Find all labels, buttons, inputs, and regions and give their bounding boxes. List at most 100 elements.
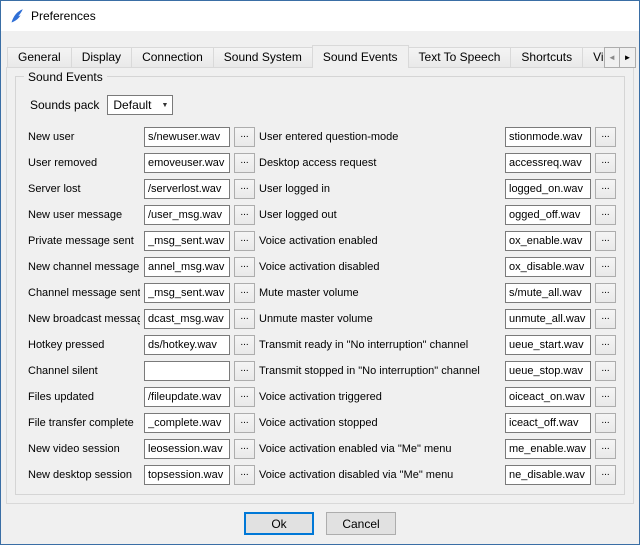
- browse-button[interactable]: ...: [234, 309, 255, 329]
- browse-button[interactable]: ...: [595, 465, 616, 485]
- sound-file-input[interactable]: [144, 205, 230, 225]
- sound-event-label: Voice activation triggered: [259, 387, 501, 407]
- tab-general[interactable]: General: [7, 47, 72, 68]
- chevron-down-icon: ▼: [161, 102, 168, 109]
- tab-scroll-left-icon[interactable]: ◄: [604, 47, 620, 68]
- browse-button[interactable]: ...: [234, 179, 255, 199]
- sound-file-input[interactable]: [505, 387, 591, 407]
- sound-file-input[interactable]: [144, 231, 230, 251]
- sounds-pack-select[interactable]: Default ▼: [107, 95, 173, 115]
- sounds-pack-label: Sounds pack: [30, 98, 99, 112]
- sound-file-input[interactable]: [144, 283, 230, 303]
- tab-shortcuts[interactable]: Shortcuts: [511, 47, 583, 68]
- browse-button[interactable]: ...: [595, 309, 616, 329]
- cancel-button[interactable]: Cancel: [326, 512, 396, 535]
- sound-file-input[interactable]: [505, 465, 591, 485]
- sound-file-input[interactable]: [505, 413, 591, 433]
- browse-button[interactable]: ...: [234, 387, 255, 407]
- sound-file-input[interactable]: [505, 153, 591, 173]
- ok-button[interactable]: Ok: [244, 512, 314, 535]
- sound-event-label: Unmute master volume: [259, 309, 501, 329]
- sound-file-input[interactable]: [505, 179, 591, 199]
- sound-file-input[interactable]: [144, 439, 230, 459]
- tab-sound-system[interactable]: Sound System: [214, 47, 313, 68]
- tab-text-to-speech[interactable]: Text To Speech: [409, 47, 512, 68]
- browse-button[interactable]: ...: [595, 413, 616, 433]
- browse-button[interactable]: ...: [234, 127, 255, 147]
- tab-page-sound-events: Sound Events Sounds pack Default ▼ New u…: [6, 67, 634, 504]
- browse-button[interactable]: ...: [595, 361, 616, 381]
- sound-file-input[interactable]: [144, 309, 230, 329]
- browse-button[interactable]: ...: [234, 465, 255, 485]
- sound-event-label: Voice activation enabled via "Me" menu: [259, 439, 501, 459]
- browse-button[interactable]: ...: [595, 153, 616, 173]
- browse-button[interactable]: ...: [595, 179, 616, 199]
- tab-connection[interactable]: Connection: [132, 47, 214, 68]
- tab-display[interactable]: Display: [72, 47, 132, 68]
- dialog-footer: Ok Cancel: [1, 504, 639, 544]
- sound-file-input[interactable]: [144, 179, 230, 199]
- sound-event-label: User entered question-mode: [259, 127, 501, 147]
- sound-file-input[interactable]: [505, 257, 591, 277]
- sound-file-input[interactable]: [505, 335, 591, 355]
- browse-button[interactable]: ...: [595, 335, 616, 355]
- browse-button[interactable]: ...: [595, 257, 616, 277]
- tab-bar: GeneralDisplayConnectionSound SystemSoun…: [7, 45, 639, 68]
- sound-event-label: Server lost: [28, 179, 140, 199]
- tab-bar-tabs: GeneralDisplayConnectionSound SystemSoun…: [7, 45, 619, 68]
- sound-file-input[interactable]: [505, 127, 591, 147]
- sound-event-label: Voice activation stopped: [259, 413, 501, 433]
- sound-file-input[interactable]: [144, 387, 230, 407]
- sounds-pack-row: Sounds pack Default ▼: [30, 95, 616, 115]
- sound-file-input[interactable]: [144, 413, 230, 433]
- sound-event-label: New channel message: [28, 257, 140, 277]
- browse-button[interactable]: ...: [595, 231, 616, 251]
- sound-event-label: New video session: [28, 439, 140, 459]
- sound-event-label: Channel silent: [28, 361, 140, 381]
- sound-event-label: Voice activation disabled: [259, 257, 501, 277]
- sound-event-label: Private message sent: [28, 231, 140, 251]
- sound-file-input[interactable]: [144, 335, 230, 355]
- tab-scrollers: ◄ ►: [604, 47, 636, 68]
- browse-button[interactable]: ...: [595, 127, 616, 147]
- sound-file-input[interactable]: [144, 361, 230, 381]
- sound-file-input[interactable]: [144, 257, 230, 277]
- sound-event-label: Files updated: [28, 387, 140, 407]
- sound-file-input[interactable]: [144, 127, 230, 147]
- sound-event-label: Voice activation enabled: [259, 231, 501, 251]
- sound-event-label: Hotkey pressed: [28, 335, 140, 355]
- sound-event-label: User removed: [28, 153, 140, 173]
- tab-sound-events[interactable]: Sound Events: [312, 45, 409, 68]
- browse-button[interactable]: ...: [234, 335, 255, 355]
- browse-button[interactable]: ...: [234, 413, 255, 433]
- app-icon: [9, 8, 25, 24]
- browse-button[interactable]: ...: [234, 231, 255, 251]
- sound-file-input[interactable]: [505, 205, 591, 225]
- browse-button[interactable]: ...: [234, 439, 255, 459]
- sound-file-input[interactable]: [505, 439, 591, 459]
- browse-button[interactable]: ...: [595, 205, 616, 225]
- sound-file-input[interactable]: [505, 231, 591, 251]
- tab-scroll-right-icon[interactable]: ►: [620, 47, 636, 68]
- sounds-pack-value: Default: [113, 98, 151, 112]
- sound-file-input[interactable]: [144, 465, 230, 485]
- sound-file-input[interactable]: [505, 361, 591, 381]
- browse-button[interactable]: ...: [595, 439, 616, 459]
- sound-event-label: Transmit ready in "No interruption" chan…: [259, 335, 501, 355]
- sound-file-input[interactable]: [505, 283, 591, 303]
- sound-event-label: Channel message sent: [28, 283, 140, 303]
- sound-event-label: Mute master volume: [259, 283, 501, 303]
- browse-button[interactable]: ...: [234, 153, 255, 173]
- browse-button[interactable]: ...: [234, 361, 255, 381]
- browse-button[interactable]: ...: [595, 283, 616, 303]
- sound-file-input[interactable]: [144, 153, 230, 173]
- preferences-window: Preferences GeneralDisplayConnectionSoun…: [0, 0, 640, 545]
- browse-button[interactable]: ...: [595, 387, 616, 407]
- sound-event-label: Transmit stopped in "No interruption" ch…: [259, 361, 501, 381]
- browse-button[interactable]: ...: [234, 283, 255, 303]
- titlebar[interactable]: Preferences: [1, 1, 639, 31]
- browse-button[interactable]: ...: [234, 257, 255, 277]
- browse-button[interactable]: ...: [234, 205, 255, 225]
- sound-file-input[interactable]: [505, 309, 591, 329]
- sound-events-groupbox: Sound Events Sounds pack Default ▼ New u…: [15, 76, 625, 495]
